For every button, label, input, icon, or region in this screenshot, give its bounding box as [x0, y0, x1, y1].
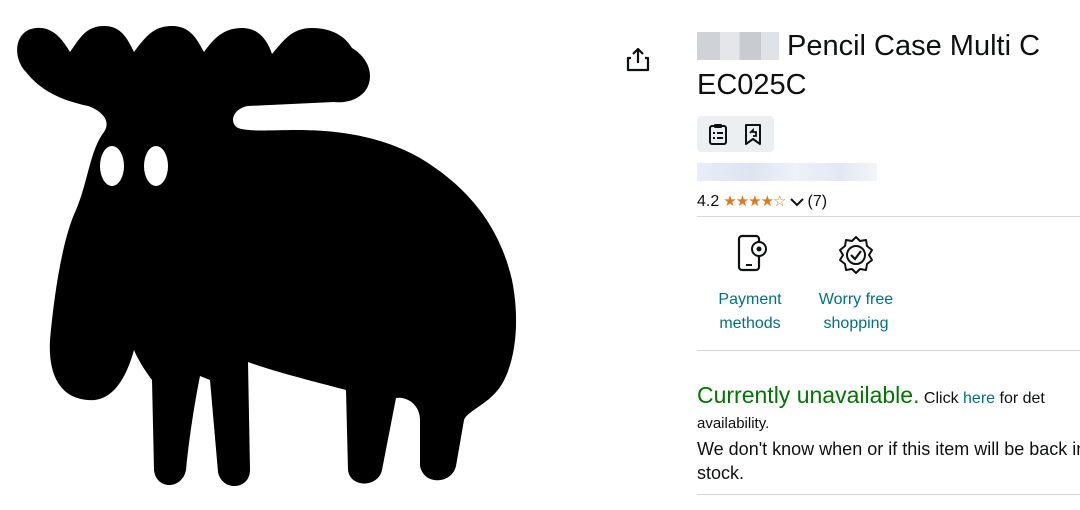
- click-text: Click: [923, 390, 959, 407]
- moose-image: [17, 26, 517, 487]
- feature-label: shopping: [823, 315, 889, 332]
- rating-value: 4.2: [697, 193, 720, 210]
- bookmark-return-icon[interactable]: [740, 121, 766, 147]
- availability-here-link[interactable]: here: [963, 390, 995, 407]
- worry-free-shopping-feature[interactable]: Worry free shopping: [801, 232, 911, 336]
- divider: [697, 350, 1080, 351]
- stock-message: We don't know when or if this item will …: [697, 439, 1080, 483]
- quick-actions: [697, 116, 774, 152]
- feature-label: methods: [719, 315, 781, 332]
- divider: [697, 494, 1080, 495]
- chevron-down-icon[interactable]: [789, 191, 804, 213]
- availability-status: Currently unavailable.: [697, 382, 920, 408]
- feature-label: Worry free: [818, 291, 894, 308]
- availability-block: Currently unavailable. Click here for de…: [697, 380, 1080, 485]
- clipboard-list-icon[interactable]: [705, 121, 731, 147]
- product-info-panel: Pencil Case Multi C EC025C 4.2 ★★★★☆ (7)…: [697, 0, 1080, 510]
- phone-payment-icon: [727, 232, 773, 278]
- blurred-store-link[interactable]: [697, 163, 877, 181]
- availability-word: availability.: [697, 415, 770, 432]
- product-title[interactable]: Pencil Case Multi C: [697, 29, 1040, 63]
- badge-check-icon: [833, 232, 879, 278]
- product-model: EC025C: [697, 69, 807, 101]
- blurred-brand-name: [697, 32, 779, 60]
- star-rating[interactable]: ★★★★☆: [723, 191, 786, 213]
- product-title-text: Pencil Case Multi C: [787, 30, 1041, 62]
- divider: [697, 216, 1080, 217]
- feature-label: Payment: [718, 291, 782, 308]
- product-image[interactable]: [0, 0, 600, 510]
- for-text: for det: [999, 390, 1045, 407]
- payment-methods-feature[interactable]: Payment methods: [697, 232, 805, 336]
- rating-count[interactable]: (7): [808, 191, 828, 213]
- share-icon[interactable]: [624, 46, 652, 74]
- rating-summary: 4.2 ★★★★☆ (7): [697, 191, 827, 213]
